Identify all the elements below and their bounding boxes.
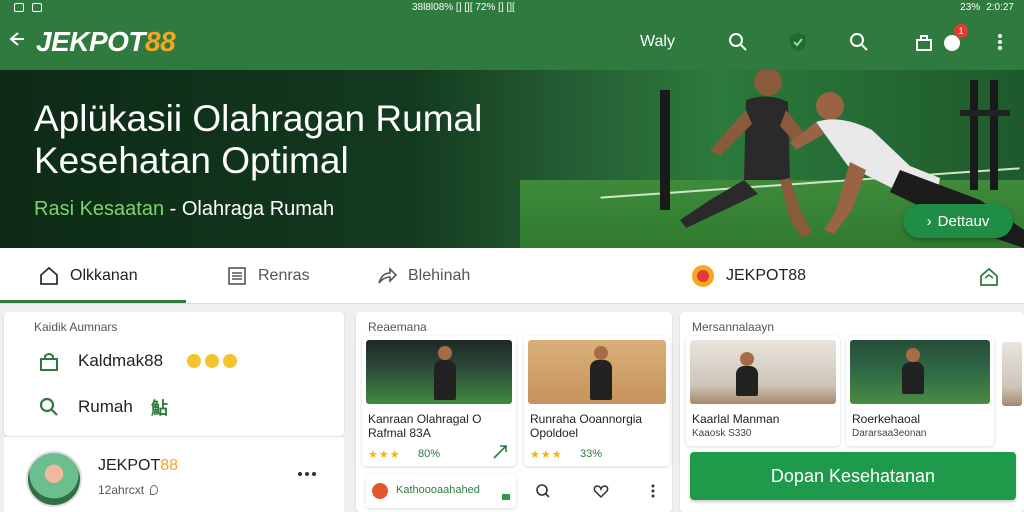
card-caption-line2: Opoldoel <box>530 426 579 440</box>
search-icon <box>39 397 58 416</box>
rating-value: 80% <box>418 448 441 460</box>
brand-logo[interactable]: JEKPOT88 <box>36 26 176 58</box>
battery-text: 23% <box>960 1 981 13</box>
clock: 2:0:27 <box>986 1 1014 13</box>
search-icon[interactable] <box>724 28 752 56</box>
hero-subtitle-accent: Rasi Kesaatan <box>34 198 165 220</box>
app-bar-action-label[interactable]: Waly <box>640 33 675 51</box>
list-icon <box>228 267 246 285</box>
profile-name-prefix: JEKPOT <box>98 457 161 474</box>
tab-renras[interactable]: Renras <box>226 248 310 304</box>
brand-text: JEKPOT <box>36 26 146 57</box>
list-item-suffix: 鮎 <box>150 399 168 418</box>
active-tab-indicator <box>0 300 186 303</box>
image-icon <box>14 2 24 12</box>
hero-subtitle: Rasi Kesaatan - Olahraga Rumah <box>34 198 334 221</box>
workout-thumbnail <box>528 340 666 404</box>
tab-blehinah[interactable]: Blehinah <box>376 248 470 304</box>
heart-icon[interactable] <box>590 480 612 502</box>
profile-name: JEKPOT88 <box>98 457 178 475</box>
open-health-button[interactable]: Dopan Kesehatanan <box>690 452 1016 500</box>
tab-olkkanan[interactable]: Olkkanan <box>38 248 138 304</box>
rating-stars: ★★★ <box>368 449 401 461</box>
tab-brand[interactable]: JEKPOT88 <box>690 248 806 304</box>
app-badge-icon <box>372 483 388 499</box>
hero-cta-label: Dettauv <box>937 212 990 230</box>
list-item-kaldmak[interactable]: Kaldmak88 <box>38 350 238 372</box>
card-caption-line2: Rafmal 83A <box>368 426 431 440</box>
search-icon[interactable] <box>845 28 873 56</box>
hero-cta-button[interactable]: › Dettauv <box>903 204 1013 238</box>
card-caption-line1: Roerkehaoal <box>852 412 921 426</box>
exercise-thumbnail <box>850 340 990 404</box>
card-caption-line1: Kanraan Olahragal O <box>368 412 482 426</box>
status-bar: 38l8l08% [] [][ 72% [] [][ 23% 2:0:27 <box>0 0 1024 14</box>
notification-badge: 1 <box>954 24 968 38</box>
profile-meta-text: 12ahrcxt <box>98 483 145 497</box>
status-dot-icon <box>502 494 510 500</box>
exercise-thumbnail-partial <box>1002 342 1022 406</box>
more-vertical-icon[interactable] <box>986 28 1014 56</box>
gallery-icon <box>32 2 42 12</box>
avatar <box>26 451 82 507</box>
tab-label: Olkkanan <box>70 267 138 284</box>
hero-subtitle-rest: Olahraga Rumah <box>181 198 335 220</box>
brand-number: 88 <box>145 26 176 57</box>
hero-title: Aplükasii Olahragan Rumal Kesehatan Opti… <box>34 98 483 181</box>
list-item-label: Kaldmak88 <box>78 351 164 370</box>
workout-card[interactable]: Runraha Ooannorgia Opoldoel ★★★ 33% <box>524 336 670 466</box>
app-bar: JEKPOT88 Waly 1 <box>0 14 1024 70</box>
middle-panel: Reaemana Kanraan Olahragal O Rafmal 83A … <box>356 312 672 512</box>
exercise-card[interactable]: Roerkehaoal Dararsaa3eonan <box>846 336 994 446</box>
left-panel-title: Kaidik Aumnars <box>34 320 118 334</box>
home-icon <box>40 266 58 285</box>
hero-subtitle-separator: - <box>164 198 182 220</box>
shield-check-icon[interactable] <box>784 28 812 56</box>
status-center-text: 38l8l08% [] [][ 72% [] [][ <box>412 1 515 13</box>
lock-icon <box>40 353 58 371</box>
chevron-right-icon: › <box>926 212 932 230</box>
list-item-rumah[interactable]: Rumah 鮎 <box>38 394 168 419</box>
exercise-thumbnail <box>690 340 836 404</box>
exercise-card[interactable]: Kaarlal Manman Kaaosk S330 <box>686 336 840 446</box>
workout-thumbnail <box>366 340 512 404</box>
app-mini-card[interactable]: Kathoooaahahed <box>366 474 516 508</box>
rating-stars: ★★★ <box>530 449 563 461</box>
home-outline-icon[interactable] <box>976 264 1002 290</box>
card-caption-line2: Kaaosk S330 <box>692 428 752 439</box>
location-pin-icon <box>150 485 159 495</box>
profile-meta: 12ahrcxt <box>98 483 159 497</box>
more-horizontal-icon[interactable] <box>294 465 320 483</box>
rating-value: 33% <box>580 448 603 460</box>
card-caption-line1: Runraha Ooannorgia <box>530 412 643 426</box>
mini-card-label: Kathoooaahahed <box>396 484 480 496</box>
brand-logo-icon <box>692 265 714 287</box>
hero-banner: Aplükasii Olahragan Rumal Kesehatan Opti… <box>0 70 1024 248</box>
left-panel: Kaidik Aumnars Kaldmak88 Rumah 鮎 <box>4 312 344 436</box>
more-vertical-icon[interactable] <box>646 480 660 502</box>
workout-card[interactable]: Kanraan Olahragal O Rafmal 83A ★★★ 80% <box>362 336 516 466</box>
bag-icon[interactable] <box>910 28 938 56</box>
tab-brand-label: JEKPOT88 <box>726 267 807 284</box>
share-icon <box>378 267 398 284</box>
notification-icon[interactable]: 1 <box>938 24 968 56</box>
back-arrow-icon[interactable] <box>4 28 28 56</box>
search-icon[interactable] <box>532 480 554 502</box>
profile-row[interactable]: JEKPOT88 12ahrcxt <box>4 436 344 512</box>
card-caption-line2: Dararsaa3eonan <box>852 428 927 439</box>
tab-label: Renras <box>258 267 310 284</box>
middle-panel-title: Reaemana <box>368 320 427 334</box>
nav-tabs: Olkkanan Renras Blehinah JEKPOT88 <box>0 248 1024 304</box>
list-item-label: Rumah <box>78 396 133 416</box>
emoji-icons <box>187 354 238 368</box>
profile-name-suffix: 88 <box>160 457 179 474</box>
card-caption-line1: Kaarlal Manman <box>692 412 780 426</box>
trend-icon[interactable] <box>490 442 510 462</box>
tab-label: Blehinah <box>408 267 471 284</box>
right-panel-title: Mersannalaayn <box>692 320 775 334</box>
